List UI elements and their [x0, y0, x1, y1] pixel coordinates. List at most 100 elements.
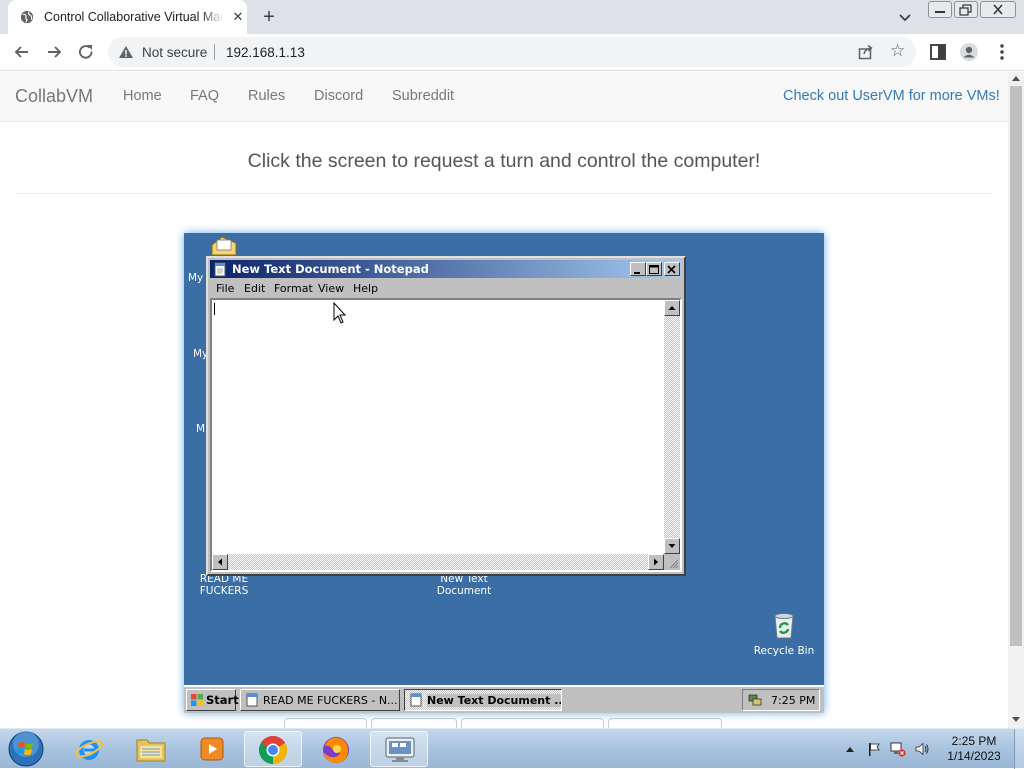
- media-player-icon: [200, 737, 224, 761]
- scroll-left-button[interactable]: [212, 554, 228, 570]
- network-disconnected-icon[interactable]: [890, 741, 906, 757]
- volume-icon[interactable]: [914, 741, 930, 757]
- menu-help[interactable]: Help: [353, 282, 378, 295]
- globe-icon: [20, 10, 34, 24]
- close-icon: [667, 265, 676, 274]
- vm-control-button[interactable]: [608, 718, 722, 728]
- address-bar[interactable]: Not secure 192.168.1.13 ☆: [108, 37, 916, 67]
- new-tab-button[interactable]: +: [258, 7, 280, 27]
- security-label[interactable]: Not secure: [142, 45, 207, 60]
- vm-task-read-me[interactable]: READ ME FUCKERS - N...: [240, 689, 400, 711]
- menu-format[interactable]: Format: [274, 282, 313, 295]
- menu-view[interactable]: View: [318, 282, 344, 295]
- page-scrollbar[interactable]: [1008, 72, 1024, 728]
- desktop-icon-new-text[interactable]: New Text Document: [432, 573, 496, 597]
- minimize-icon: [935, 11, 945, 13]
- vm-task-new-text-document[interactable]: New Text Document ...: [404, 689, 562, 711]
- nav-link-subreddit[interactable]: Subreddit: [392, 88, 454, 104]
- uservm-link[interactable]: Check out UserVM for more VMs!: [783, 88, 1000, 104]
- notepad-maximize-button[interactable]: [646, 262, 662, 276]
- scroll-up-arrow-icon[interactable]: [1012, 76, 1020, 81]
- desktop-icon-read-me[interactable]: READ ME FUCKERS: [192, 573, 256, 597]
- chevron-down-icon[interactable]: [896, 8, 914, 26]
- taskbar-app-remote-desktop[interactable]: [370, 731, 428, 767]
- web-page: CollabVM Home FAQ Rules Discord Subreddi…: [0, 72, 1008, 728]
- action-center-flag-icon[interactable]: [866, 741, 882, 757]
- taskbar-app-explorer[interactable]: [122, 731, 180, 767]
- host-taskbar: 2:25 PM 1/14/2023: [0, 728, 1024, 769]
- mouse-cursor-icon: [333, 302, 346, 324]
- vm-control-button[interactable]: [371, 718, 457, 728]
- window-controls: [928, 1, 1018, 18]
- profile-avatar-icon[interactable]: [959, 42, 979, 62]
- nav-link-rules[interactable]: Rules: [248, 88, 285, 104]
- vm-task-label: New Text Document ...: [427, 694, 561, 707]
- host-clock[interactable]: 2:25 PM 1/14/2023: [944, 734, 1004, 764]
- notepad-window[interactable]: New Text Document - Notepad File Edit Fo…: [206, 256, 686, 576]
- close-tab-icon[interactable]: ✕: [230, 9, 246, 25]
- back-arrow-icon[interactable]: [12, 42, 32, 62]
- vm-start-button[interactable]: Start: [186, 689, 239, 711]
- nav-link-faq[interactable]: FAQ: [190, 88, 219, 104]
- firefox-icon: [323, 737, 349, 763]
- scrollbar-thumb[interactable]: [1010, 86, 1022, 646]
- vm-control-button[interactable]: [461, 718, 604, 728]
- forward-arrow-icon[interactable]: [44, 42, 64, 62]
- maximize-icon: [649, 265, 659, 274]
- vm-control-button[interactable]: [284, 718, 367, 728]
- host-clock-time: 2:25 PM: [951, 734, 997, 748]
- menu-file[interactable]: File: [216, 282, 234, 295]
- desktop-icon-label: M: [196, 423, 206, 435]
- show-desktop-button[interactable]: [1014, 729, 1024, 769]
- scroll-right-button[interactable]: [648, 554, 664, 570]
- desktop-icon-recycle-bin[interactable]: Recycle Bin: [750, 609, 818, 665]
- vm-start-label: Start: [206, 693, 239, 707]
- notepad-horizontal-scrollbar[interactable]: [212, 554, 664, 570]
- close-icon: [993, 4, 1003, 15]
- share-icon[interactable]: [858, 44, 874, 60]
- notepad-text-area[interactable]: [210, 298, 682, 572]
- minimize-window-button[interactable]: [928, 1, 952, 18]
- notepad-close-button[interactable]: [664, 262, 680, 276]
- vm-system-tray: 7:25 PM: [742, 689, 820, 711]
- taskbar-app-firefox[interactable]: [308, 731, 366, 767]
- desktop-icon-label: Document: [436, 585, 492, 597]
- arrow-right-icon: [654, 558, 658, 566]
- size-grip[interactable]: [664, 554, 680, 570]
- scroll-down-button[interactable]: [664, 538, 680, 554]
- side-panel-icon[interactable]: [928, 42, 948, 62]
- notepad-titlebar[interactable]: New Text Document - Notepad: [210, 260, 682, 278]
- network-icon[interactable]: [747, 693, 763, 707]
- close-window-button[interactable]: [980, 1, 1016, 18]
- remote-desktop-icon: [385, 737, 415, 762]
- resize-grip-icon: [669, 559, 679, 569]
- reload-icon[interactable]: [76, 42, 96, 62]
- scroll-down-arrow-icon[interactable]: [1012, 717, 1020, 722]
- vm-screen[interactable]: My My M READ ME FUCKERS New Text Documen…: [184, 233, 824, 713]
- taskbar-app-chrome[interactable]: [244, 731, 302, 767]
- url-text[interactable]: 192.168.1.13: [226, 45, 305, 60]
- minimize-icon: [634, 272, 640, 274]
- vm-clock: 7:25 PM: [771, 694, 816, 707]
- windows-start-orb-icon[interactable]: [6, 730, 46, 768]
- kebab-menu-icon[interactable]: [992, 42, 1012, 62]
- menu-edit[interactable]: Edit: [244, 282, 265, 295]
- site-brand[interactable]: CollabVM: [15, 86, 93, 107]
- arrow-up-icon: [668, 306, 676, 310]
- show-hidden-icons-icon[interactable]: [844, 744, 856, 754]
- nav-link-home[interactable]: Home: [123, 88, 162, 104]
- taskbar-app-ie[interactable]: [61, 731, 119, 767]
- bookmark-star-icon[interactable]: ☆: [890, 42, 905, 60]
- notepad-vertical-scrollbar[interactable]: [664, 300, 680, 554]
- tab-title: Control Collaborative Virtual Machines: [44, 10, 224, 24]
- scroll-up-button[interactable]: [664, 300, 680, 316]
- restore-window-button[interactable]: [954, 1, 978, 18]
- browser-tab[interactable]: Control Collaborative Virtual Machines ✕: [8, 0, 247, 34]
- taskbar-app-media-player[interactable]: [183, 731, 241, 767]
- windows-logo-icon: [191, 694, 203, 706]
- notepad-minimize-button[interactable]: [630, 262, 646, 276]
- notepad-icon: [246, 693, 258, 707]
- nav-link-discord[interactable]: Discord: [314, 88, 363, 104]
- warning-icon[interactable]: [118, 45, 134, 59]
- notepad-icon: [214, 262, 226, 277]
